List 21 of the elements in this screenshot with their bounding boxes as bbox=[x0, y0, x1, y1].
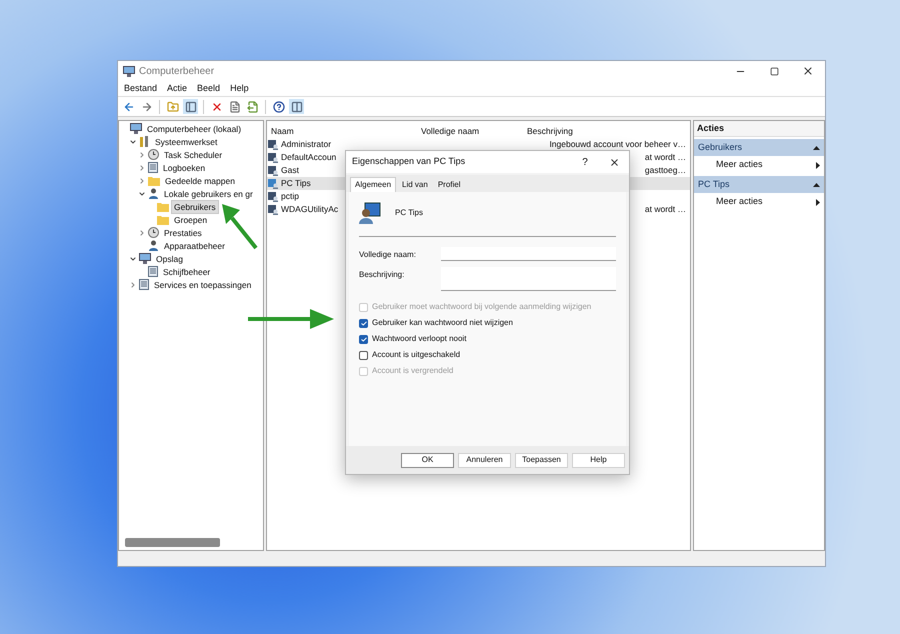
user-name: PC Tips bbox=[395, 207, 424, 219]
checkbox-label: Gebruiker kan wachtwoord niet wijzigen bbox=[372, 317, 513, 329]
user-name: DefaultAccoun bbox=[281, 151, 336, 164]
user-name: pctip bbox=[281, 190, 299, 203]
user-name: Administrator bbox=[281, 138, 332, 151]
checkbox-label: Wachtwoord verloopt nooit bbox=[372, 333, 466, 345]
user-name: WDAGUtilityAc bbox=[281, 203, 338, 216]
description-text: gasttoeg… bbox=[644, 164, 686, 177]
checkbox-label: Account is uitgeschakeld bbox=[372, 349, 460, 361]
user-name: PC Tips bbox=[281, 177, 311, 190]
dialog-title: Eigenschappen van PC Tips bbox=[352, 155, 466, 168]
checkbox-label: Gebruiker moet wachtwoord bij volgende aanmelding wijzigen bbox=[372, 301, 592, 313]
actions-header: Acties bbox=[694, 121, 824, 137]
window-title: Computerbeheer bbox=[139, 64, 214, 78]
field-label: Volledige naam: bbox=[359, 249, 417, 261]
field-label: Beschrijving: bbox=[359, 269, 406, 281]
description-text: Ingebouwd account voor beheer v… bbox=[549, 138, 686, 151]
checkbox-label: Account is vergrendeld bbox=[372, 365, 454, 377]
description-text: at wordt … bbox=[644, 151, 686, 164]
description-text: at wordt … bbox=[644, 203, 686, 216]
user-name: Gast bbox=[281, 164, 299, 177]
